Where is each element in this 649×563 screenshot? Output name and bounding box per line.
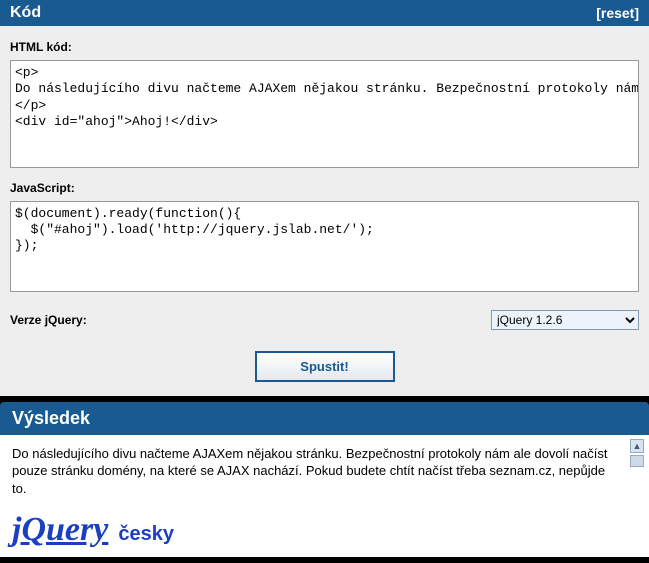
jquery-logo-subtitle: česky: [118, 523, 174, 546]
js-code-textarea[interactable]: [10, 201, 639, 292]
loaded-logo: jQuery česky: [12, 511, 637, 549]
run-button-row: Spustit!: [10, 351, 639, 382]
version-row: Verze jQuery: jQuery 1.2.6: [10, 307, 639, 333]
code-panel-title: Kód: [10, 4, 41, 22]
jquery-version-select[interactable]: jQuery 1.2.6: [491, 310, 639, 330]
js-code-label: JavaScript:: [10, 181, 639, 195]
jquery-logo-link[interactable]: jQuery: [12, 511, 108, 549]
html-code-textarea[interactable]: [10, 60, 639, 168]
code-panel: Kód [reset] HTML kód: JavaScript: Verze …: [0, 0, 649, 396]
scrollbar[interactable]: ▲: [629, 439, 645, 467]
result-panel-body: ▲ Do následujícího divu načteme AJAXem n…: [0, 435, 649, 558]
version-label: Verze jQuery:: [10, 313, 87, 327]
result-paragraph: Do následujícího divu načteme AJAXem něj…: [12, 445, 612, 498]
code-panel-body: HTML kód: JavaScript: Verze jQuery: jQue…: [0, 26, 649, 396]
scroll-up-icon[interactable]: ▲: [630, 439, 644, 453]
reset-link[interactable]: [reset]: [596, 5, 639, 21]
code-panel-header: Kód [reset]: [0, 0, 649, 26]
result-panel-title: Výsledek: [0, 402, 649, 435]
result-panel: Výsledek ▲ Do následujícího divu načteme…: [0, 402, 649, 558]
run-button[interactable]: Spustit!: [255, 351, 395, 382]
scroll-thumb[interactable]: [630, 455, 644, 467]
html-code-label: HTML kód:: [10, 40, 639, 54]
